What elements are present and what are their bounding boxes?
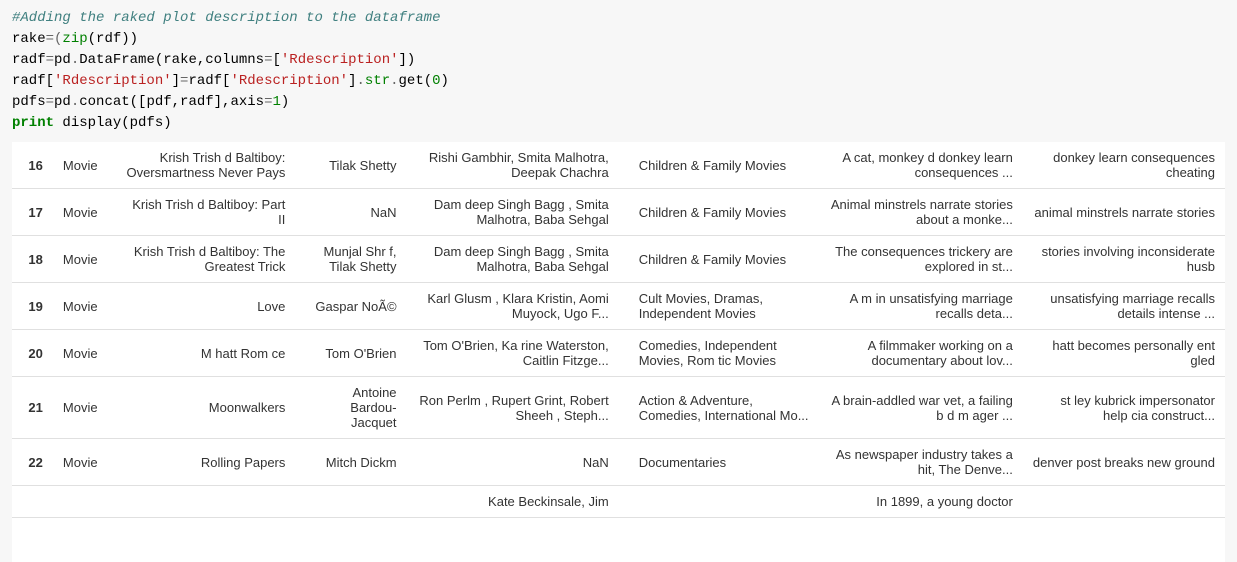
cell-cast: Ron Perlm , Rupert Grint, Robert Sheeh ,… [407,377,619,439]
code-cell: #Adding the raked plot description to th… [0,0,1237,142]
table-row-partial: Kate Beckinsale, Jim In 1899, a young do… [12,486,1225,518]
cell-director: Tilak Shetty [295,142,406,189]
cell-title: Moonwalkers [114,377,296,439]
cell-genre: Children & Family Movies [619,236,821,283]
cell-description: A brain-addled war vet, a failing b d m … [821,377,1023,439]
cell-description: A filmmaker working on a documentary abo… [821,330,1023,377]
table-row: 20 Movie M hatt Rom ce Tom O'Brien Tom O… [12,330,1225,377]
cell-rdescription: stories involving inconsiderate husb [1023,236,1225,283]
cell-director: Tom O'Brien [295,330,406,377]
row-index: 20 [12,330,53,377]
table-row: 18 Movie Krish Trish d Baltiboy: The Gre… [12,236,1225,283]
cell-genre: Children & Family Movies [619,189,821,236]
cell-description: A m in unsatisfying marriage recalls det… [821,283,1023,330]
cell-type: Movie [53,236,114,283]
row-index: 18 [12,236,53,283]
cell-rdescription: donkey learn consequences cheating [1023,142,1225,189]
cell-director: Munjal Shr f, Tilak Shetty [295,236,406,283]
table-row: 19 Movie Love Gaspar NoÃ© Karl Glusm , K… [12,283,1225,330]
cell-description: A cat, monkey d donkey learn consequence… [821,142,1023,189]
dataframe-table: 16 Movie Krish Trish d Baltiboy: Oversma… [12,142,1225,518]
cell-type: Movie [53,377,114,439]
table-row: 16 Movie Krish Trish d Baltiboy: Oversma… [12,142,1225,189]
cell-title: Love [114,283,296,330]
cell-description: In 1899, a young doctor [821,486,1023,518]
cell-description: Animal minstrels narrate stories about a… [821,189,1023,236]
cell-genre: Documentaries [619,439,821,486]
cell-genre: Children & Family Movies [619,142,821,189]
cell-type: Movie [53,142,114,189]
cell-description: As newspaper industry takes a hit, The D… [821,439,1023,486]
cell-genre: Comedies, Independent Movies, Rom tic Mo… [619,330,821,377]
cell-title: M hatt Rom ce [114,330,296,377]
cell-description: The consequences trickery are explored i… [821,236,1023,283]
row-index: 16 [12,142,53,189]
cell-rdescription: denver post breaks new ground [1023,439,1225,486]
cell-cast: Kate Beckinsale, Jim [407,486,619,518]
cell-title: Krish Trish d Baltiboy: Part II [114,189,296,236]
cell-rdescription: st ley kubrick impersonator help cia con… [1023,377,1225,439]
row-index [12,486,53,518]
cell-cast: Dam deep Singh Bagg , Smita Malhotra, Ba… [407,236,619,283]
cell-rdescription: unsatisfying marriage recalls details in… [1023,283,1225,330]
cell-type: Movie [53,283,114,330]
cell-type: Movie [53,439,114,486]
code-comment: #Adding the raked plot description to th… [12,10,440,26]
cell-cast: Tom O'Brien, Ka rine Waterston, Caitlin … [407,330,619,377]
cell-rdescription: animal minstrels narrate stories [1023,189,1225,236]
cell-cast: NaN [407,439,619,486]
cell-cast: Karl Glusm , Klara Kristin, Aomi Muyock,… [407,283,619,330]
cell-cast: Rishi Gambhir, Smita Malhotra, Deepak Ch… [407,142,619,189]
dataframe-output: 16 Movie Krish Trish d Baltiboy: Oversma… [12,142,1225,562]
cell-director: Mitch Dickm [295,439,406,486]
cell-genre: Cult Movies, Dramas, Independent Movies [619,283,821,330]
cell-type: Movie [53,189,114,236]
cell-director: Gaspar NoÃ© [295,283,406,330]
cell-rdescription: hatt becomes personally ent gled [1023,330,1225,377]
row-index: 19 [12,283,53,330]
row-index: 21 [12,377,53,439]
table-row: 21 Movie Moonwalkers Antoine Bardou-Jacq… [12,377,1225,439]
cell-type: Movie [53,330,114,377]
cell-title: Krish Trish d Baltiboy: The Greatest Tri… [114,236,296,283]
cell-title: Krish Trish d Baltiboy: Oversmartness Ne… [114,142,296,189]
cell-director: Antoine Bardou-Jacquet [295,377,406,439]
row-index: 22 [12,439,53,486]
row-index: 17 [12,189,53,236]
table-row: 22 Movie Rolling Papers Mitch Dickm NaN … [12,439,1225,486]
cell-director: NaN [295,189,406,236]
cell-title: Rolling Papers [114,439,296,486]
cell-cast: Dam deep Singh Bagg , Smita Malhotra, Ba… [407,189,619,236]
cell-genre: Action & Adventure, Comedies, Internatio… [619,377,821,439]
table-row: 17 Movie Krish Trish d Baltiboy: Part II… [12,189,1225,236]
